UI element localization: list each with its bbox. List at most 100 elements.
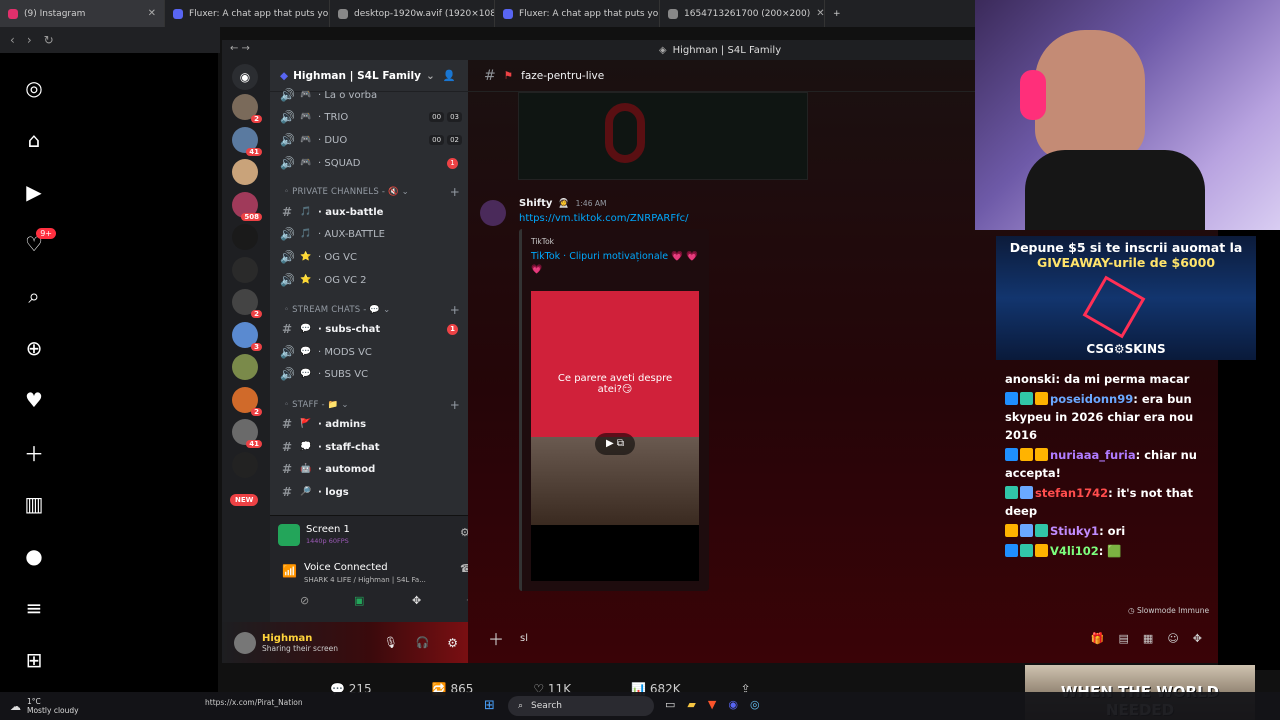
channel-item[interactable]: 🔊 🎮 · SQUAD 1 xyxy=(280,153,462,173)
server-icon[interactable]: 508 xyxy=(232,191,262,221)
server-icon[interactable]: 41 xyxy=(232,419,262,448)
close-tab-icon[interactable]: ✕ xyxy=(816,8,824,19)
browser-tab[interactable]: (9) Instagram ✕ xyxy=(0,0,165,27)
channel-item[interactable]: 🔊 💬 · SUBS VC xyxy=(280,364,462,384)
activities-icon[interactable]: ✥ xyxy=(412,594,421,607)
home-icon[interactable]: ⌂ xyxy=(22,128,46,152)
search-icon[interactable]: ⌕ xyxy=(22,284,46,308)
channel-item[interactable]: # 💬 · subs-chat 1 xyxy=(280,319,462,339)
channel-category[interactable]: ◦ STREAM CHATS - 💬 ⌄ + xyxy=(284,302,460,318)
close-tab-icon[interactable]: ✕ xyxy=(148,8,156,19)
chat-username[interactable]: stefan1742 xyxy=(1035,486,1108,500)
file-explorer-icon[interactable]: ▰ xyxy=(687,698,695,711)
camera-off-icon[interactable]: ⊘ xyxy=(300,594,309,607)
discord-home-icon[interactable]: ◉ xyxy=(232,64,258,90)
back-arrow-icon[interactable]: ← → xyxy=(230,43,250,54)
embed-title[interactable]: TikTok · Clipuri motivaționale 💗 💗 xyxy=(531,251,706,262)
channel-item[interactable]: 🔊 ⭐ · OG VC 2 xyxy=(280,270,462,290)
browser-tab[interactable]: desktop-1920w.avif (1920×1080)✕ xyxy=(330,0,495,27)
menu-icon[interactable]: ≡ xyxy=(22,596,46,620)
server-icon[interactable] xyxy=(232,354,258,380)
embed-video[interactable]: Ce parere aveti despre atei?😏 ▶ ⧉ xyxy=(531,291,699,525)
stop-stream-icon[interactable]: ▣ xyxy=(354,594,364,607)
channel-category[interactable]: ◦ PRIVATE CHANNELS - 🔇 ⌄ + xyxy=(284,184,460,200)
apps-icon[interactable]: ✥ xyxy=(1193,632,1202,645)
user-settings-icon[interactable]: ⚙ xyxy=(447,636,458,650)
server-icon[interactable]: 2 xyxy=(232,289,262,318)
channel-item[interactable]: # 🚩 · admins xyxy=(280,414,462,434)
channel-item[interactable]: # 🎵 · aux-battle xyxy=(280,202,462,222)
play-icon[interactable]: ▶ ⧉ xyxy=(595,433,635,455)
server-icon[interactable] xyxy=(232,256,258,283)
chat-username[interactable]: Stiuky1 xyxy=(1050,524,1099,538)
channel-item[interactable]: 🔊 🎮 · TRIO 00 03 xyxy=(280,107,462,127)
create-icon[interactable]: ＋ xyxy=(22,440,46,466)
browser-tab[interactable]: Fluxer: A chat app that puts you first✕ xyxy=(165,0,330,27)
channel-item[interactable]: 🔊 🎮 · DUO 00 02 xyxy=(280,130,462,150)
channel-item[interactable]: 🔊 💬 · MODS VC xyxy=(280,342,462,362)
reload-icon[interactable]: ↻ xyxy=(44,33,54,47)
channel-category[interactable]: ◦ STAFF - 📁 ⌄ + xyxy=(284,397,460,413)
browser-tab[interactable]: Fluxer: A chat app that puts you first✕ xyxy=(495,0,660,27)
channel-item[interactable]: 🔊 🎮 · La o vorba xyxy=(280,85,462,105)
weather-widget[interactable]: ☁ 1°C Mostly cloudy xyxy=(10,697,79,715)
steam-icon[interactable]: ◎ xyxy=(750,698,760,711)
channel-sidebar: ◆ Highman | S4L Family ⌄ 👤 🔊 🎮 · La o vorb… xyxy=(270,60,468,515)
add-channel-icon[interactable]: + xyxy=(450,398,460,412)
taskbar-search[interactable]: ⌕ Search xyxy=(508,696,654,716)
headset-left xyxy=(1020,70,1046,120)
channel-item[interactable]: # 🤖 · automod xyxy=(280,459,462,479)
channel-emoji-icon: 🎮 xyxy=(300,112,312,122)
chat-username[interactable]: V4li102 xyxy=(1050,544,1099,558)
reels-icon[interactable]: ▶ xyxy=(22,180,46,204)
stats-icon[interactable]: ▥ xyxy=(22,492,46,516)
message-input[interactable]: sl xyxy=(520,633,528,644)
server-unread-badge: 3 xyxy=(251,342,262,351)
channel-item[interactable]: # 💭 · staff-chat xyxy=(280,437,462,457)
instagram-icon[interactable]: ◎ xyxy=(22,76,46,100)
add-channel-icon[interactable]: + xyxy=(450,303,460,317)
channel-item[interactable]: 🔊 ⭐ · OG VC xyxy=(280,247,462,267)
profile-icon[interactable]: ● xyxy=(22,544,46,568)
message-author[interactable]: Shifty xyxy=(519,198,552,209)
notifications-icon[interactable]: ♡ 9+ xyxy=(22,228,56,256)
server-icon[interactable]: 2 xyxy=(232,94,262,123)
likes-icon[interactable]: ♥ xyxy=(22,388,46,412)
apps-icon[interactable]: ⊞ xyxy=(22,648,46,672)
server-icon[interactable]: 2 xyxy=(232,386,262,416)
author-avatar[interactable] xyxy=(480,200,506,226)
sticker-icon[interactable]: ▦ xyxy=(1143,632,1153,645)
chat-username[interactable]: anonski xyxy=(1005,372,1055,386)
gift-icon[interactable]: 🎁 xyxy=(1091,632,1105,645)
chat-username[interactable]: poseidonn99 xyxy=(1050,392,1133,406)
emoji-icon[interactable]: ☺ xyxy=(1167,632,1178,645)
invite-icon[interactable]: 👤 xyxy=(443,69,456,82)
discord-taskbar-icon[interactable]: ◉ xyxy=(728,698,738,711)
forward-icon[interactable]: › xyxy=(27,33,32,47)
message-link[interactable]: https://vm.tiktok.com/ZNRPARFfc/ xyxy=(519,213,689,224)
user-limit: 00 03 xyxy=(429,112,462,122)
server-icon[interactable] xyxy=(232,159,258,185)
windows-start-icon[interactable]: ⊞ xyxy=(484,698,495,713)
channel-item[interactable]: # 🔎 · logs xyxy=(280,482,462,502)
speaker-icon: 🔊 xyxy=(280,88,295,102)
server-icon[interactable] xyxy=(232,451,258,478)
speaker-icon: 🔊 xyxy=(280,227,295,241)
browser-tab[interactable]: 1654713261700 (200×200) ✕ xyxy=(660,0,825,27)
avatar[interactable] xyxy=(234,631,256,654)
back-icon[interactable]: ‹ xyxy=(10,33,15,47)
task-view-icon[interactable]: ▭ xyxy=(665,698,675,711)
add-channel-icon[interactable]: + xyxy=(450,185,460,199)
gif-icon[interactable]: ▤ xyxy=(1119,632,1129,645)
brave-icon[interactable]: ▼ xyxy=(708,698,716,711)
mic-icon[interactable]: 🎙 xyxy=(384,636,398,649)
add-attachment-icon[interactable]: ＋ xyxy=(488,626,504,650)
server-icon[interactable]: 41 xyxy=(232,126,262,156)
new-tab-button[interactable]: + xyxy=(825,0,855,27)
channel-item[interactable]: 🔊 🎵 · AUX-BATTLE xyxy=(280,224,462,244)
explore-icon[interactable]: ⊕ xyxy=(22,336,46,360)
server-icon[interactable] xyxy=(232,224,258,250)
chat-username[interactable]: nuriaaa_furia xyxy=(1050,448,1136,462)
headphones-icon[interactable]: 🎧 xyxy=(416,636,430,649)
server-icon[interactable]: 3 xyxy=(232,321,262,351)
